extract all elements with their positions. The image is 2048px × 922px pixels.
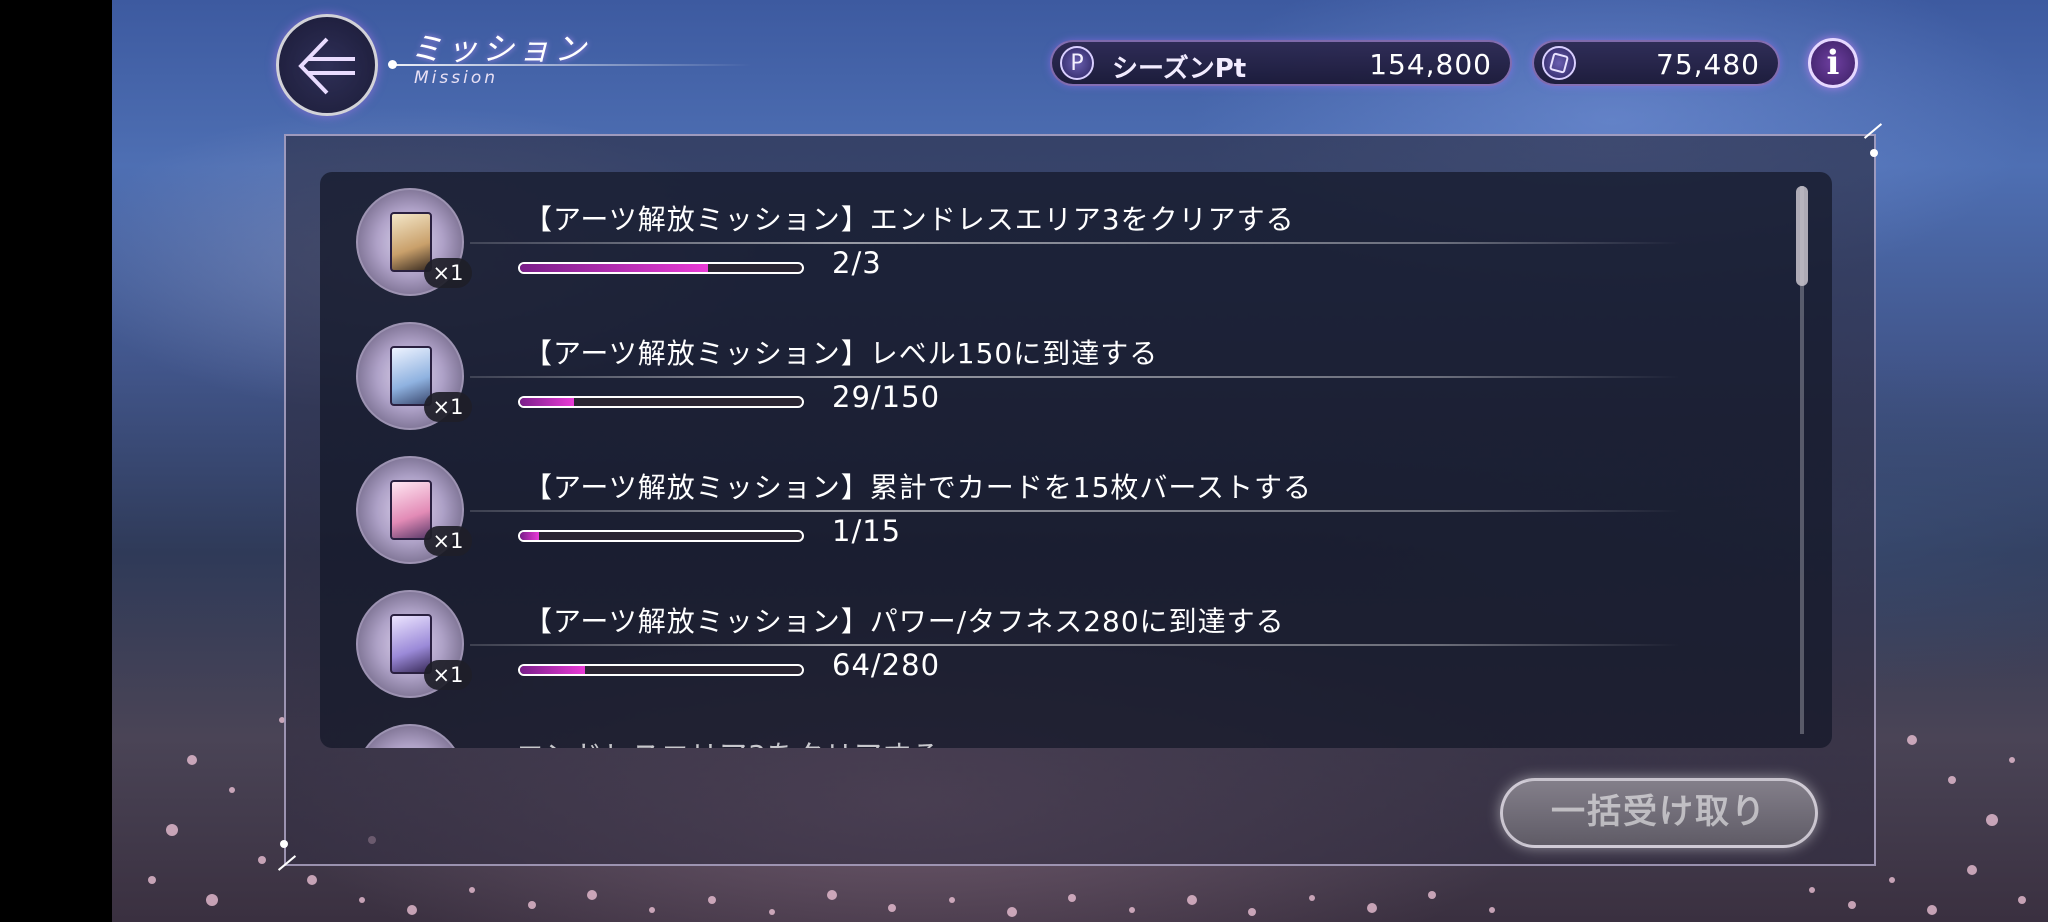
page-title: ミッション bbox=[410, 30, 591, 68]
mission-row[interactable]: ×1 【アーツ解放ミッション】パワー/タフネス280に到達する 64/280 bbox=[320, 574, 1800, 708]
reward-icon: ×1 bbox=[356, 322, 472, 430]
progress-text: 29/150 bbox=[832, 380, 941, 414]
mission-title: エンドレスエリア3をクリアする bbox=[516, 734, 941, 748]
progress-text: 2/3 bbox=[832, 246, 882, 280]
gem-icon bbox=[1542, 46, 1576, 80]
gem-value: 75,480 bbox=[1656, 48, 1760, 81]
info-button[interactable]: i bbox=[1808, 38, 1858, 88]
progress-bar bbox=[518, 664, 804, 676]
reward-icon: ×1 bbox=[356, 456, 472, 564]
page-subtitle: Mission bbox=[414, 68, 499, 88]
mission-row[interactable]: ×1 【アーツ解放ミッション】エンドレスエリア3をクリアする 2/3 bbox=[320, 172, 1800, 306]
row-divider bbox=[470, 376, 1680, 378]
panel-corner-dot bbox=[280, 840, 288, 848]
mission-list[interactable]: ×1 【アーツ解放ミッション】エンドレスエリア3をクリアする 2/3 ×1 【ア… bbox=[320, 172, 1832, 748]
back-button[interactable] bbox=[276, 14, 378, 116]
season-points-label: シーズンPt bbox=[1112, 54, 1247, 84]
title-dot bbox=[388, 60, 397, 69]
progress-bar bbox=[518, 262, 804, 274]
row-divider bbox=[470, 644, 1680, 646]
reward-icon bbox=[356, 724, 464, 748]
card-icon bbox=[390, 346, 432, 406]
reward-quantity: ×1 bbox=[424, 258, 472, 288]
mission-title: 【アーツ解放ミッション】レベル150に到達する bbox=[524, 337, 1159, 370]
progress-text: 64/280 bbox=[832, 648, 941, 682]
letterbox-left bbox=[0, 0, 112, 922]
card-icon bbox=[390, 480, 432, 540]
season-points-value: 154,800 bbox=[1369, 48, 1492, 81]
mission-title: 【アーツ解放ミッション】パワー/タフネス280に到達する bbox=[524, 605, 1285, 638]
panel-corner-dot bbox=[1870, 149, 1878, 157]
reward-quantity: ×1 bbox=[424, 392, 472, 422]
reward-icon: ×1 bbox=[356, 590, 472, 698]
mission-row-partial[interactable]: エンドレスエリア3をクリアする bbox=[320, 708, 1800, 748]
mission-row[interactable]: ×1 【アーツ解放ミッション】累計でカードを15枚バーストする 1/15 bbox=[320, 440, 1800, 574]
mission-title: 【アーツ解放ミッション】累計でカードを15枚バーストする bbox=[524, 471, 1312, 504]
progress-bar bbox=[518, 396, 804, 408]
season-point-icon: P bbox=[1060, 46, 1094, 80]
row-divider bbox=[470, 510, 1680, 512]
reward-icon: ×1 bbox=[356, 188, 472, 296]
back-arrow-icon bbox=[298, 37, 355, 95]
mission-title: 【アーツ解放ミッション】エンドレスエリア3をクリアする bbox=[524, 203, 1295, 236]
scrollbar-thumb[interactable] bbox=[1796, 186, 1808, 286]
progress-bar bbox=[518, 530, 804, 542]
reward-quantity: ×1 bbox=[424, 660, 472, 690]
row-divider bbox=[470, 242, 1680, 244]
season-points-display: P シーズンPt 154,800 bbox=[1050, 40, 1512, 86]
progress-text: 1/15 bbox=[832, 514, 902, 548]
claim-all-button[interactable]: 一括受け取り bbox=[1500, 778, 1818, 848]
card-icon bbox=[390, 212, 432, 272]
card-icon bbox=[390, 614, 432, 674]
reward-quantity: ×1 bbox=[424, 526, 472, 556]
mission-row[interactable]: ×1 【アーツ解放ミッション】レベル150に到達する 29/150 bbox=[320, 306, 1800, 440]
gem-display: 75,480 bbox=[1532, 40, 1780, 86]
